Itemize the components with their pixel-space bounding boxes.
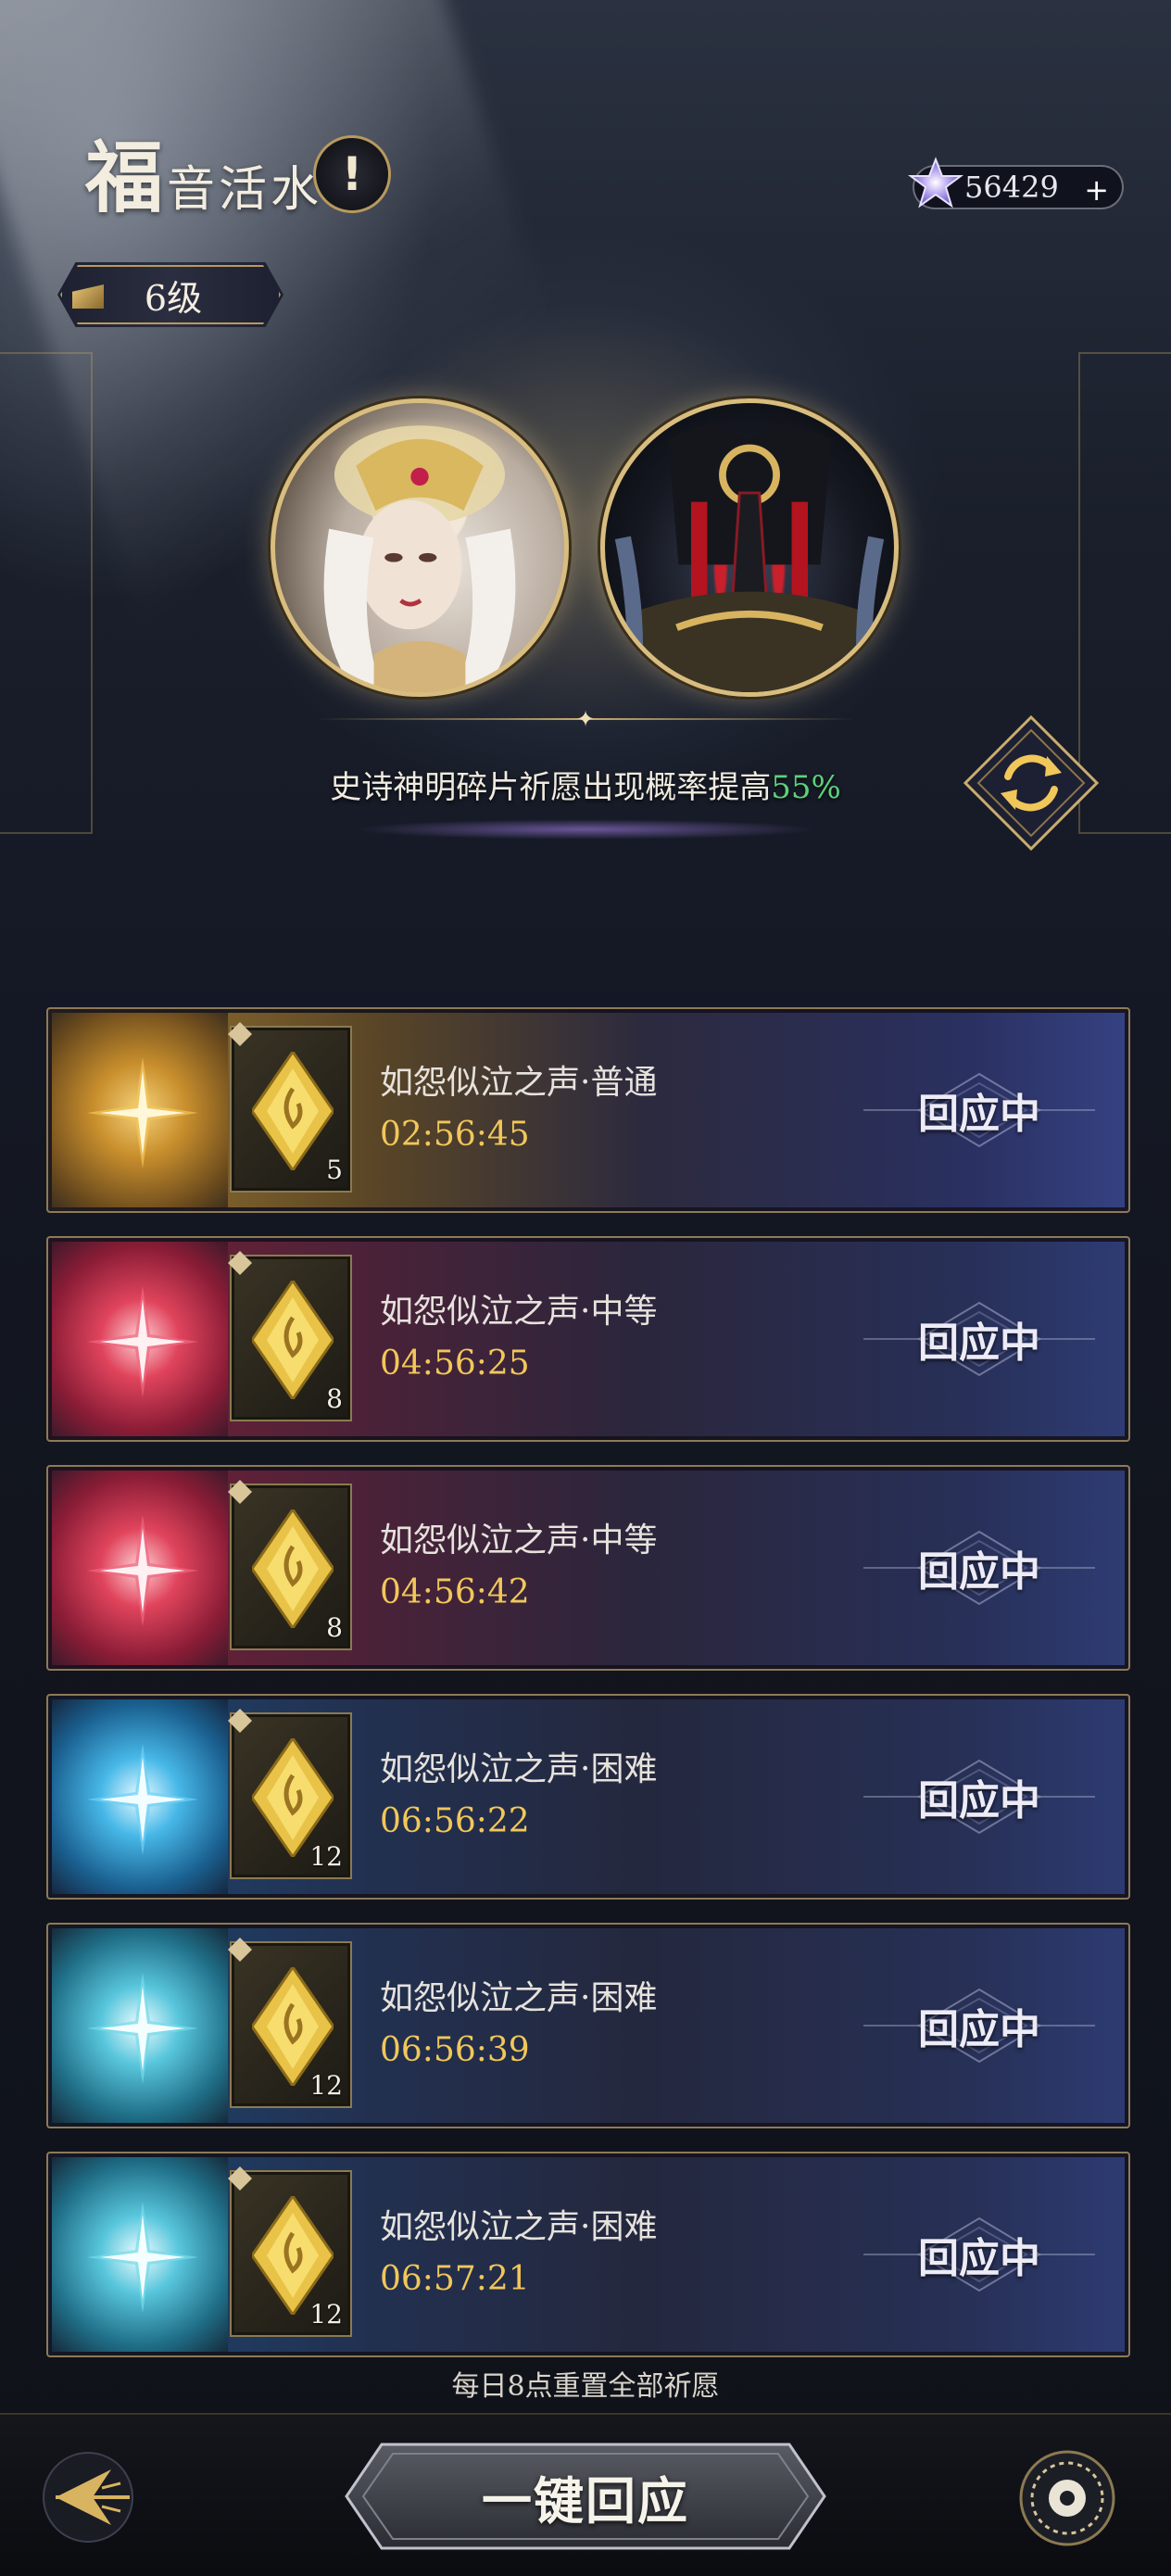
title-big-char: 福	[85, 132, 164, 223]
respond-label: 回应中	[918, 1777, 1040, 1825]
respond-label: 回应中	[918, 1548, 1040, 1596]
wish-row[interactable]: 8 如怨似泣之声·中等 04:56:42 回应中	[46, 1465, 1130, 1671]
wish-timer: 06:56:39	[380, 2031, 530, 2069]
wish-row[interactable]: 12 如怨似泣之声·困难 06:56:22 回应中	[46, 1694, 1130, 1900]
settings-button[interactable]	[1015, 2446, 1119, 2550]
shard-card: 8	[228, 1480, 352, 1650]
wish-timer: 06:57:21	[380, 2260, 530, 2298]
wish-tier-tile	[52, 1928, 228, 2123]
four-point-star-icon	[87, 1515, 198, 1626]
god-portrait-left[interactable]	[271, 398, 569, 697]
currency-value: 56429	[964, 170, 1059, 205]
respond-label: 回应中	[918, 1091, 1040, 1138]
refresh-button[interactable]	[960, 712, 1102, 854]
wish-timer: 04:56:42	[380, 1573, 530, 1611]
shard-quantity: 8	[326, 1612, 343, 1643]
card-corner-icon	[228, 2166, 252, 2191]
respond-label: 回应中	[918, 1320, 1040, 1367]
card-corner-icon	[228, 1938, 252, 1962]
wish-tier-tile	[52, 1699, 228, 1894]
card-corner-icon	[228, 1709, 252, 1733]
wish-tier-tile	[52, 1242, 228, 1436]
wish-row[interactable]: 12 如怨似泣之声·困难 06:56:39 回应中	[46, 1923, 1130, 2128]
wish-name: 如怨似泣之声·困难	[380, 1750, 658, 1788]
four-point-star-icon	[87, 2202, 198, 2313]
respond-all-button[interactable]: 一键回应	[341, 2439, 830, 2554]
gold-shard-icon	[252, 1738, 334, 1857]
shard-card: 12	[228, 1938, 352, 2108]
boost-text: 史诗神明碎片祈愿出现概率提高	[330, 769, 772, 806]
portrait-left-art	[323, 425, 516, 692]
shard-card: 12	[228, 1709, 352, 1879]
back-arrow-icon	[43, 2452, 133, 2543]
wish-name: 如怨似泣之声·普通	[380, 1064, 658, 1102]
respond-label: 回应中	[918, 2006, 1040, 2053]
four-point-star-icon	[87, 1286, 198, 1397]
wish-name: 如怨似泣之声·中等	[380, 1293, 658, 1331]
wish-tier-tile	[52, 1471, 228, 1665]
gold-shard-icon	[252, 1509, 334, 1628]
wish-row[interactable]: 12 如怨似泣之声·困难 06:57:21 回应中	[46, 2152, 1130, 2357]
wish-name: 如怨似泣之声·中等	[380, 1522, 658, 1559]
god-portrait-right[interactable]	[600, 398, 899, 697]
respond-button[interactable]: 回应中	[854, 2216, 1104, 2292]
respond-label: 回应中	[918, 2235, 1040, 2282]
wish-timer: 06:56:22	[380, 1802, 530, 1840]
gold-shard-icon	[252, 1967, 334, 2086]
four-point-star-icon	[87, 1057, 198, 1168]
gold-shard-icon	[252, 1281, 334, 1399]
info-button[interactable]: !	[313, 135, 391, 213]
refresh-icon	[963, 714, 1100, 852]
wish-tier-tile	[52, 1013, 228, 1207]
respond-button[interactable]: 回应中	[854, 1072, 1104, 1148]
boost-value: 55%	[771, 769, 841, 806]
title-rest: 音活水	[167, 161, 323, 218]
shard-quantity: 12	[309, 1841, 343, 1872]
wish-row[interactable]: 5 如怨似泣之声·普通 02:56:45 回应中	[46, 1007, 1130, 1213]
back-button[interactable]	[37, 2446, 139, 2548]
shard-card: 5	[228, 1022, 352, 1193]
shard-card: 12	[228, 2166, 352, 2337]
shard-quantity: 8	[326, 1383, 343, 1414]
level-badge: 6级	[57, 262, 283, 327]
boost-glow	[352, 819, 819, 840]
gear-icon	[1019, 2450, 1115, 2546]
four-point-star-icon	[87, 1744, 198, 1855]
currency-display[interactable]: 56429 +	[908, 157, 1124, 209]
respond-button[interactable]: 回应中	[854, 1759, 1104, 1835]
respond-all-label: 一键回应	[482, 2470, 689, 2531]
four-point-star-icon	[87, 1973, 198, 2084]
wish-tier-tile	[52, 2157, 228, 2352]
card-corner-icon	[228, 1022, 252, 1046]
wish-timer: 02:56:45	[380, 1116, 530, 1154]
wish-timer: 04:56:25	[380, 1345, 530, 1383]
shard-quantity: 12	[309, 2070, 343, 2101]
badge-accent-icon	[72, 284, 104, 309]
shard-quantity: 5	[326, 1155, 343, 1185]
shard-card: 8	[228, 1251, 352, 1421]
wish-row[interactable]: 8 如怨似泣之声·中等 04:56:25 回应中	[46, 1236, 1130, 1442]
wish-name: 如怨似泣之声·困难	[380, 1979, 658, 2017]
portrait-right-art	[614, 421, 885, 692]
gold-shard-icon	[252, 1052, 334, 1170]
level-label: 6级	[144, 277, 203, 319]
respond-button[interactable]: 回应中	[854, 1988, 1104, 2064]
respond-button[interactable]: 回应中	[854, 1301, 1104, 1377]
divider-star-icon: ✦	[576, 706, 596, 732]
gold-shard-icon	[252, 2196, 334, 2315]
star-gem-icon	[908, 157, 963, 208]
shard-quantity: 12	[309, 2299, 343, 2330]
card-corner-icon	[228, 1251, 252, 1275]
add-currency-icon[interactable]: +	[1084, 172, 1109, 208]
reset-note: 每日8点重置全部祈愿	[451, 2370, 720, 2403]
wish-name: 如怨似泣之声·困难	[380, 2208, 658, 2246]
respond-button[interactable]: 回应中	[854, 1530, 1104, 1606]
card-corner-icon	[228, 1480, 252, 1504]
page-title: 福 音活水	[85, 139, 322, 217]
exclamation-icon: !	[341, 147, 363, 201]
